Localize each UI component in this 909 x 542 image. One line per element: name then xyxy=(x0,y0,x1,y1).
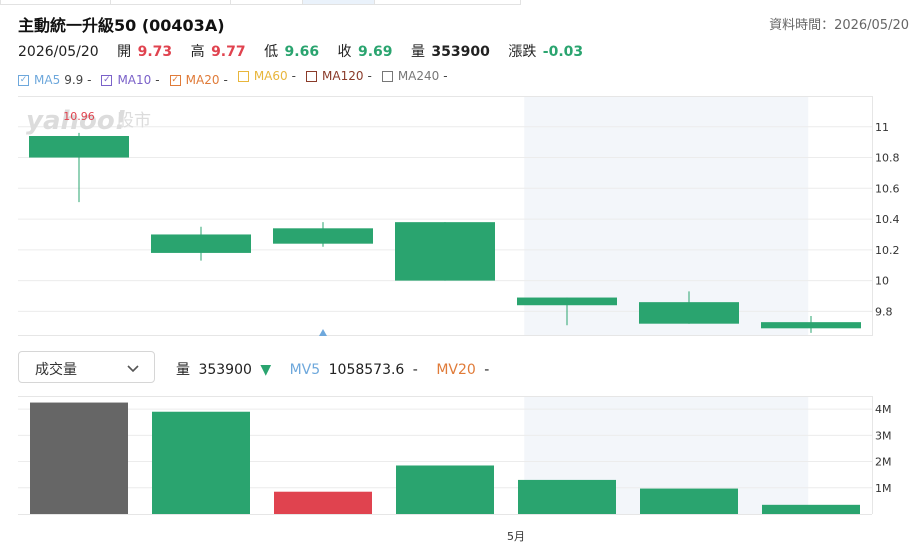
checkbox-checked-icon[interactable]: ✓ xyxy=(101,74,113,86)
volume-bar xyxy=(518,479,616,514)
ma-legend: ✓ MA5 9.9 - ✓ MA10- ✓ MA20- MA60- MA120- MA240- xyxy=(18,69,458,87)
y-tick-label: 3M xyxy=(875,429,892,442)
y-tick-label: 10.2 xyxy=(875,244,900,257)
low-marker-label: 9.66 xyxy=(799,336,824,338)
ma-legend-item[interactable]: ✓ MA5 9.9 - xyxy=(18,73,91,87)
close-label: 收 xyxy=(337,44,352,60)
quote-bar: 2026/05/20 開 9.73 高 9.77 低 9.66 收 9.69 量… xyxy=(18,41,585,61)
indicator-select[interactable]: 成交量 xyxy=(18,351,155,383)
candle-body xyxy=(29,136,129,158)
ma-legend-item[interactable]: MA120- xyxy=(306,69,372,83)
mv5-value: 1058573.6 xyxy=(328,362,405,378)
ma-value: - xyxy=(443,69,448,83)
y-tick-label: 1M xyxy=(875,482,892,495)
data-time: 資料時間：2026/05/20 xyxy=(769,18,909,33)
y-tick-label: 10.6 xyxy=(875,182,900,195)
volume-chart[interactable]: 4M 3M 2M 1M 5月 xyxy=(0,396,909,542)
candle-body xyxy=(273,228,373,244)
candle-body xyxy=(761,322,861,329)
volume-info: 量 353900 ▼ MV5 1058573.6 - MV20 - xyxy=(176,359,493,379)
vol-arrow-icon: ▼ xyxy=(260,362,272,378)
volume-bar xyxy=(274,491,372,514)
y-tick-label: 11 xyxy=(875,121,889,134)
ma-label: MA60 xyxy=(253,69,288,83)
y-tick-label: 10 xyxy=(875,275,889,288)
change-value: -0.03 xyxy=(542,44,584,60)
ma-value: - xyxy=(367,69,372,83)
candle-body xyxy=(517,297,617,306)
checkbox-unchecked-icon[interactable] xyxy=(381,70,393,82)
y-tick-label: 2M xyxy=(875,456,892,469)
quote-date: 2026/05/20 xyxy=(18,44,99,60)
checkbox-unchecked-icon[interactable] xyxy=(306,70,317,82)
y-tick-label: 4M xyxy=(875,403,892,416)
checkbox-unchecked-icon[interactable] xyxy=(237,70,249,82)
ma-legend-item[interactable]: ✓ MA10- xyxy=(101,73,160,87)
tab-3[interactable] xyxy=(230,0,303,5)
change-label: 漲跌 xyxy=(508,44,537,60)
volume-value: 353900 xyxy=(431,44,490,60)
ma-legend-item[interactable]: MA60- xyxy=(237,69,296,83)
x-tick-label: 5月 xyxy=(507,530,525,542)
high-value: 9.77 xyxy=(211,44,246,60)
candle-body xyxy=(151,234,251,253)
vol-value: 353900 xyxy=(198,362,252,378)
candle-body xyxy=(395,222,495,281)
tab-2[interactable] xyxy=(110,0,231,5)
indicator-select-label: 成交量 xyxy=(35,362,77,378)
ma-legend-item[interactable]: MA240- xyxy=(381,69,448,83)
ma-label: MA5 xyxy=(34,73,61,87)
page-title: 主動統一升級50 (00403A) xyxy=(18,16,225,35)
close-value: 9.69 xyxy=(357,44,393,60)
high-marker-label: 10.96 xyxy=(63,110,95,123)
volume-bar xyxy=(640,488,738,514)
ma-value: - xyxy=(291,69,296,83)
vol-label: 量 xyxy=(176,362,190,378)
low-label: 低 xyxy=(264,44,279,60)
open-label: 開 xyxy=(117,44,132,60)
ma-label: MA10 xyxy=(117,73,152,87)
volume-bar xyxy=(396,465,494,514)
ma-value: - xyxy=(155,73,160,87)
candle-body xyxy=(639,302,739,324)
tab-1[interactable] xyxy=(0,0,111,5)
volume-bar xyxy=(30,402,128,514)
mv20-label: MV20 xyxy=(436,362,476,378)
volume-label: 量 xyxy=(410,44,425,60)
ma-value: - xyxy=(223,73,228,87)
checkbox-checked-icon[interactable]: ✓ xyxy=(18,74,29,86)
ma-label: MA20 xyxy=(185,73,220,87)
chevron-down-icon xyxy=(126,360,140,379)
tab-strip xyxy=(0,0,521,5)
ma-label: MA120 xyxy=(322,69,364,83)
low-value: 9.66 xyxy=(284,44,320,60)
mv5-label: MV5 xyxy=(289,362,321,378)
tab-5[interactable] xyxy=(374,0,521,5)
y-tick-label: 10.4 xyxy=(875,213,900,226)
volume-bar xyxy=(762,504,860,514)
ma-label: MA240 xyxy=(397,69,440,83)
ma-legend-item[interactable]: ✓ MA20- xyxy=(169,73,228,87)
marker-triangle-icon xyxy=(319,329,327,336)
volume-bar xyxy=(152,411,250,514)
mv20-value: - xyxy=(484,362,490,378)
ma-value: 9.9 - xyxy=(64,73,92,87)
y-tick-label: 9.8 xyxy=(875,305,893,318)
mv5-dash: - xyxy=(412,362,418,378)
candlestick-chart[interactable]: 1110.810.610.410.2109.8yahoo!股市10.969.66 xyxy=(0,96,909,338)
tab-4-active[interactable] xyxy=(302,0,375,5)
checkbox-checked-icon[interactable]: ✓ xyxy=(169,74,181,86)
open-value: 9.73 xyxy=(137,44,173,60)
yahoo-watermark-suffix: 股市 xyxy=(117,111,151,131)
y-tick-label: 10.8 xyxy=(875,152,900,165)
high-label: 高 xyxy=(190,44,205,60)
